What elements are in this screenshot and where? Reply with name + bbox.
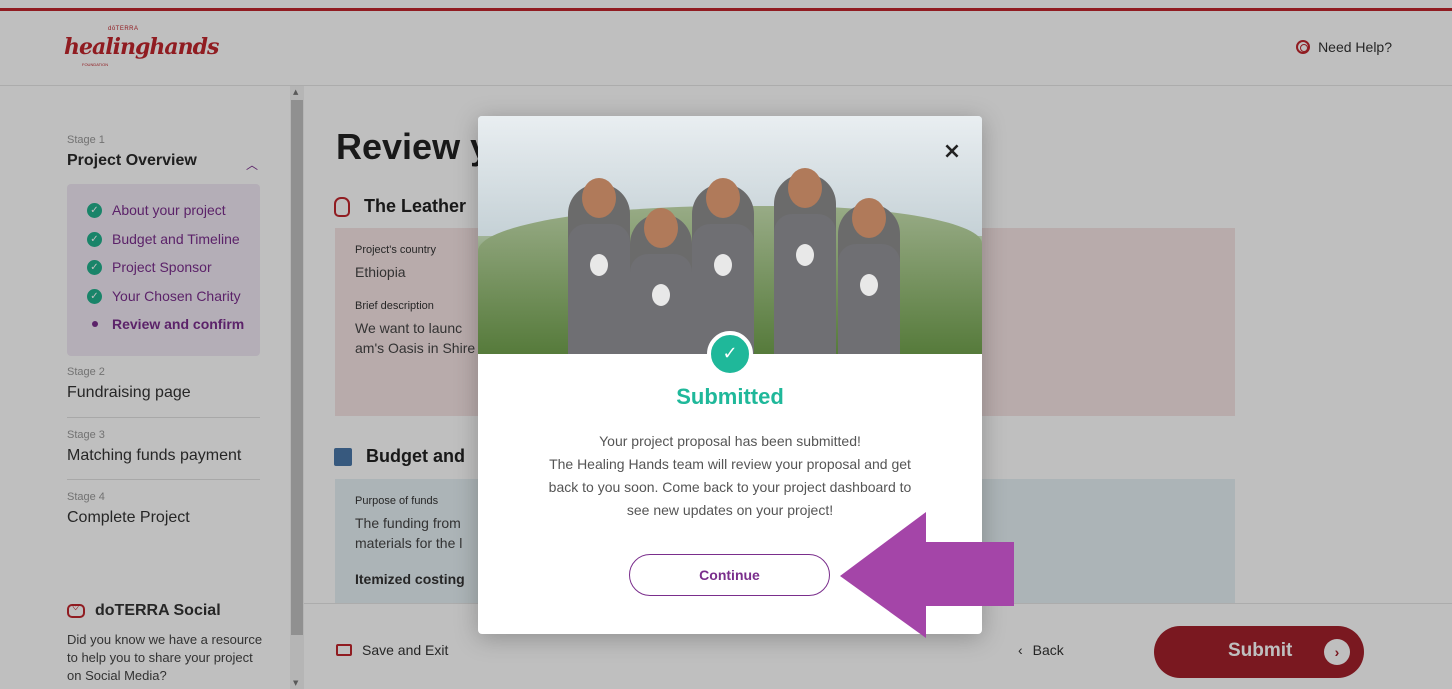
photo-person (692, 178, 754, 354)
modal-message-line: back to you soon. Come back to your proj… (548, 479, 912, 495)
arrow-annotation (840, 512, 1014, 638)
photo-person (838, 198, 900, 354)
photo-person (774, 168, 836, 354)
modal-title: Submitted (676, 384, 784, 409)
modal-message: Your project proposal has been submitted… (510, 430, 950, 522)
continue-button[interactable]: Continue (629, 554, 830, 596)
photo-person (568, 178, 630, 354)
photo-person (630, 208, 692, 354)
success-check-icon: ✓ (707, 331, 753, 377)
modal-message-line: Your project proposal has been submitted… (599, 433, 861, 449)
team-photo (478, 116, 982, 354)
close-icon[interactable]: × (940, 140, 964, 164)
modal-message-line: The Healing Hands team will review your … (549, 456, 911, 472)
